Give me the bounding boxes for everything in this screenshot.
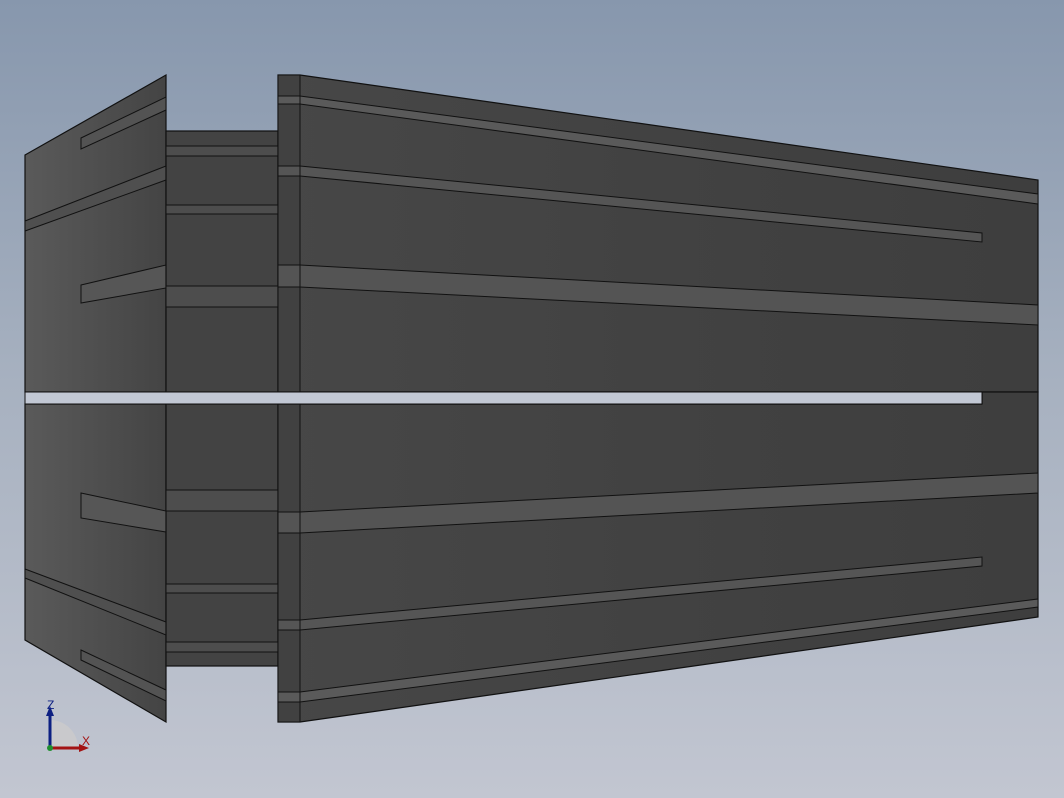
center-slot	[24, 391, 983, 405]
coordinate-triad-icon[interactable]: Z X	[38, 696, 98, 758]
collet-model-icon[interactable]	[0, 0, 1064, 798]
z-axis-label: Z	[47, 698, 55, 712]
x-axis-label: X	[82, 734, 91, 748]
cad-viewport[interactable]: Z X	[0, 0, 1064, 798]
